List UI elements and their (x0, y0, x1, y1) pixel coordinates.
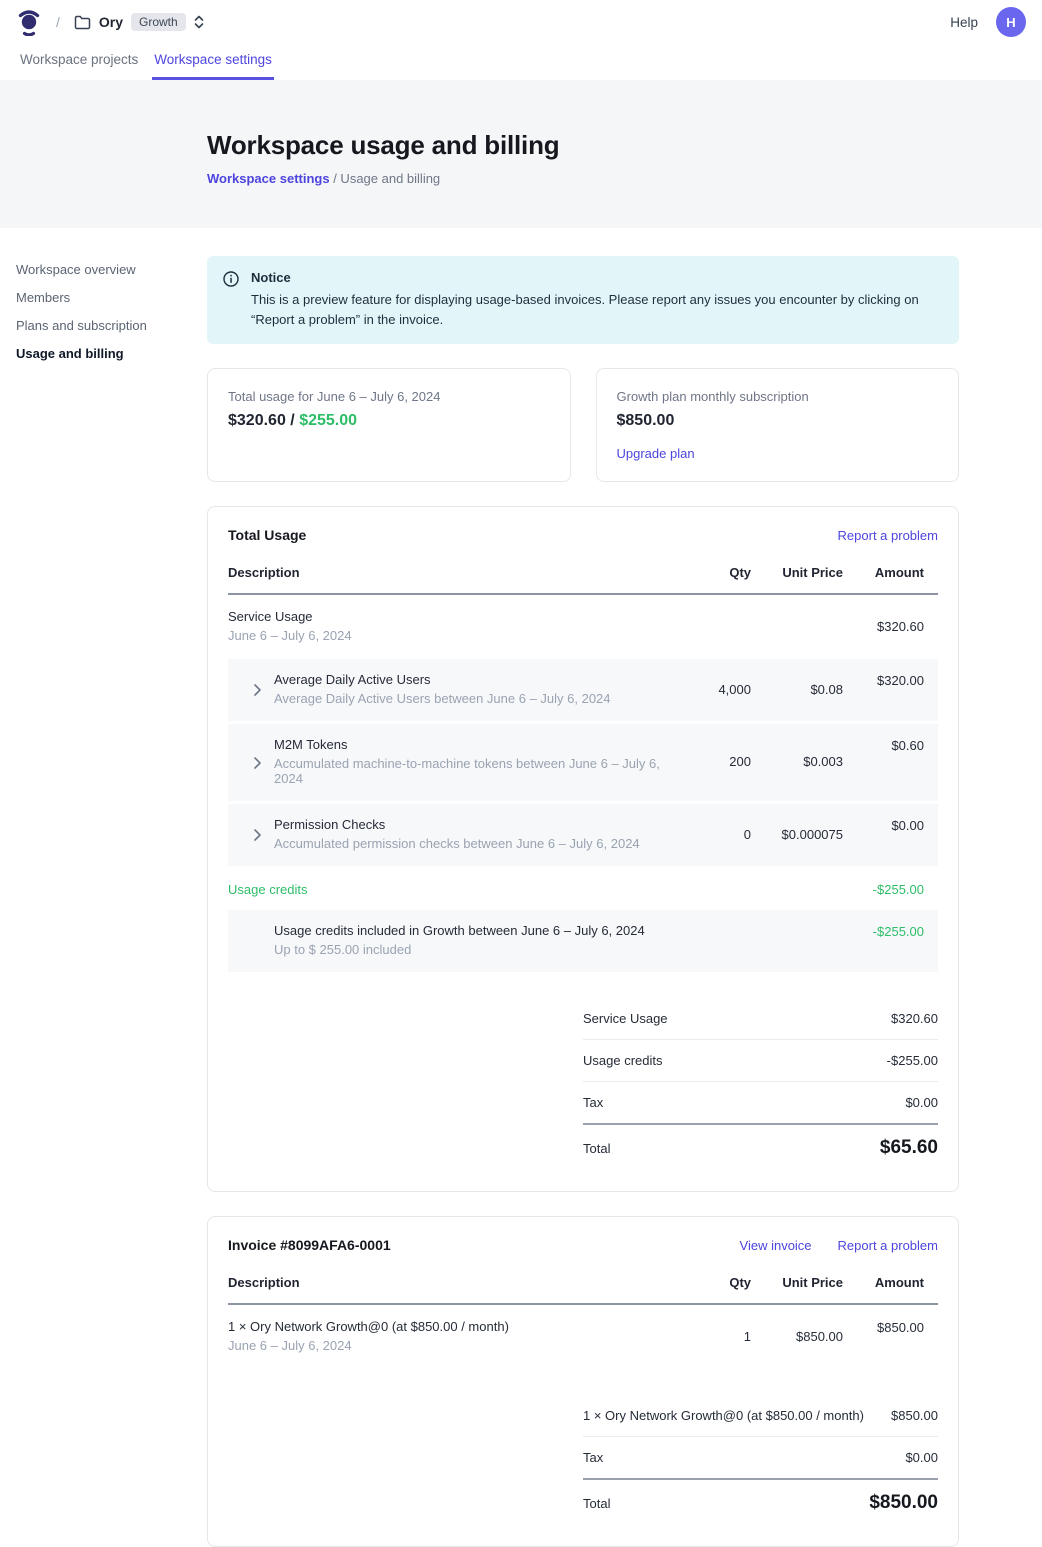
chevron-updown-icon[interactable] (194, 15, 204, 29)
view-invoice-link[interactable]: View invoice (740, 1238, 812, 1253)
sidebar-item-members[interactable]: Members (16, 284, 207, 311)
chevron-right-icon[interactable] (254, 684, 261, 696)
workspace-switcher[interactable]: Ory Growth (74, 13, 204, 31)
table-row-usage-credits: Usage credits -$255.00 (228, 869, 938, 910)
table-row-m2m-tokens[interactable]: M2M Tokens Accumulated machine-to-machin… (228, 724, 938, 801)
top-navbar: / Ory Growth Help H (0, 0, 1042, 44)
summary-row-usage-credits: Usage credits -$255.00 (583, 1040, 938, 1082)
summary-row-tax: Tax $0.00 (583, 1082, 938, 1123)
sidebar-item-usage-billing[interactable]: Usage and billing (16, 340, 207, 367)
tab-workspace-settings[interactable]: Workspace settings (152, 44, 274, 80)
invoice-summary: 1 × Ory Network Growth@0 (at $850.00 / m… (583, 1395, 938, 1526)
total-usage-card: Total usage for June 6 – July 6, 2024 $3… (207, 368, 571, 482)
notice-body: This is a preview feature for displaying… (251, 290, 941, 330)
plan-badge: Growth (131, 13, 186, 31)
summary-row-tax: Tax $0.00 (583, 1437, 938, 1478)
subscription-amount: $850.00 (617, 412, 939, 430)
sidebar-item-plans-subscription[interactable]: Plans and subscription (16, 312, 207, 339)
total-usage-label: Total usage for June 6 – July 6, 2024 (228, 389, 550, 404)
usage-table-header: Description Qty Unit Price Amount (228, 559, 938, 595)
upgrade-plan-link[interactable]: Upgrade plan (617, 446, 695, 461)
usage-summary: Service Usage $320.60 Usage credits -$25… (583, 998, 938, 1171)
page-header: Workspace usage and billing Workspace se… (0, 80, 1042, 228)
invoice-title: Invoice #8099AFA6-0001 (228, 1237, 391, 1253)
tab-workspace-projects[interactable]: Workspace projects (18, 44, 140, 80)
usage-card-title: Total Usage (228, 527, 306, 543)
total-usage-value: $320.60 / $255.00 (228, 412, 550, 430)
breadcrumb-separator: / (56, 14, 60, 30)
chevron-right-icon[interactable] (254, 829, 261, 841)
help-link[interactable]: Help (950, 15, 978, 30)
settings-sidebar: Workspace overview Members Plans and sub… (0, 256, 207, 1547)
avatar[interactable]: H (996, 7, 1026, 37)
subscription-card: Growth plan monthly subscription $850.00… (596, 368, 960, 482)
chevron-right-icon[interactable] (254, 757, 261, 769)
invoice-table-header: Description Qty Unit Price Amount (228, 1269, 938, 1305)
report-problem-link[interactable]: Report a problem (838, 528, 938, 543)
breadcrumb-current: / Usage and billing (330, 171, 441, 186)
breadcrumb-settings-link[interactable]: Workspace settings (207, 171, 330, 186)
summary-row-total: Total $850.00 (583, 1478, 938, 1526)
folder-icon (74, 15, 91, 30)
invoice-card: Invoice #8099AFA6-0001 View invoice Repo… (207, 1216, 959, 1547)
workspace-tabbar: Workspace projects Workspace settings (0, 44, 1042, 80)
subscription-label: Growth plan monthly subscription (617, 389, 939, 404)
notice-banner: Notice This is a preview feature for dis… (207, 256, 959, 344)
table-row-permission-checks[interactable]: Permission Checks Accumulated permission… (228, 804, 938, 866)
summary-row-growth-plan: 1 × Ory Network Growth@0 (at $850.00 / m… (583, 1395, 938, 1437)
summary-row-total: Total $65.60 (583, 1123, 938, 1171)
breadcrumb: Workspace settings / Usage and billing (207, 171, 1042, 186)
page-title: Workspace usage and billing (207, 130, 1042, 161)
total-usage-table-card: Total Usage Report a problem Description… (207, 506, 959, 1192)
report-problem-link[interactable]: Report a problem (838, 1238, 938, 1253)
table-row-service-usage: Service Usage June 6 – July 6, 2024 $320… (228, 595, 938, 659)
sidebar-item-workspace-overview[interactable]: Workspace overview (16, 256, 207, 283)
table-row-daily-active-users[interactable]: Average Daily Active Users Average Daily… (228, 659, 938, 721)
workspace-name: Ory (99, 14, 123, 30)
notice-title: Notice (251, 270, 941, 285)
info-icon (223, 271, 239, 330)
invoice-line-item-row: 1 × Ory Network Growth@0 (at $850.00 / m… (228, 1305, 938, 1369)
ory-logo-icon[interactable] (16, 8, 42, 36)
table-row-usage-credits-detail: Usage credits included in Growth between… (228, 910, 938, 972)
summary-row-service-usage: Service Usage $320.60 (583, 998, 938, 1040)
included-credit-value: $255.00 (299, 412, 357, 429)
